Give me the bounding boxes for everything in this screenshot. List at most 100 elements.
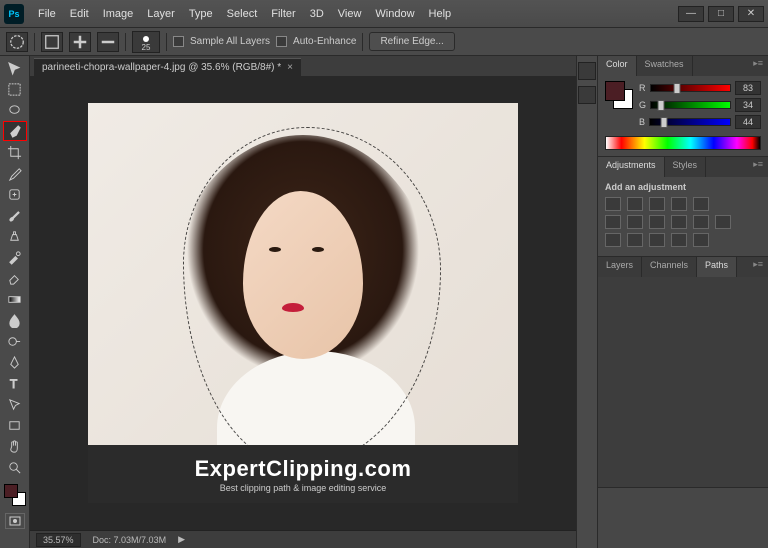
canvas-image — [88, 103, 518, 503]
document-tab-close-icon[interactable]: × — [287, 62, 293, 73]
adjustments-panel-menu-icon[interactable]: ▸≡ — [748, 157, 768, 177]
new-selection-icon[interactable] — [41, 32, 63, 52]
selective-color-adjustment-icon[interactable] — [693, 233, 709, 247]
healing-brush-tool[interactable] — [3, 184, 27, 204]
color-panel-swatches[interactable] — [605, 81, 633, 109]
maximize-button[interactable]: □ — [708, 6, 734, 22]
exposure-adjustment-icon[interactable] — [671, 197, 687, 211]
marquee-tool[interactable] — [3, 79, 27, 99]
tab-layers[interactable]: Layers — [598, 257, 642, 277]
menu-type[interactable]: Type — [183, 6, 219, 22]
tab-adjustments[interactable]: Adjustments — [598, 157, 665, 177]
menu-image[interactable]: Image — [97, 6, 140, 22]
tab-channels[interactable]: Channels — [642, 257, 697, 277]
auto-enhance-label: Auto-Enhance — [293, 36, 356, 47]
path-selection-tool[interactable] — [3, 394, 27, 414]
layers-panel: Layers Channels Paths ▸≡ — [598, 257, 768, 488]
levels-adjustment-icon[interactable] — [627, 197, 643, 211]
menu-select[interactable]: Select — [221, 6, 264, 22]
r-slider[interactable] — [650, 84, 732, 92]
lasso-tool[interactable] — [3, 100, 27, 120]
tab-styles[interactable]: Styles — [665, 157, 707, 177]
watermark: ExpertClipping.com Best clipping path & … — [88, 445, 518, 503]
blur-tool[interactable] — [3, 310, 27, 330]
b-label: B — [639, 117, 645, 127]
tab-color[interactable]: Color — [598, 56, 637, 76]
menu-edit[interactable]: Edit — [64, 6, 95, 22]
b-value[interactable]: 44 — [735, 115, 761, 129]
foreground-background-colors[interactable] — [4, 484, 26, 506]
document-tabs: parineeti-chopra-wallpaper-4.jpg @ 35.6%… — [30, 56, 576, 76]
menu-filter[interactable]: Filter — [265, 6, 301, 22]
g-value[interactable]: 34 — [735, 98, 761, 112]
bw-adjustment-icon[interactable] — [649, 215, 665, 229]
add-selection-icon[interactable] — [69, 32, 91, 52]
color-spectrum[interactable] — [605, 136, 761, 150]
g-label: G — [639, 100, 646, 110]
minimize-button[interactable]: — — [678, 6, 704, 22]
tab-paths[interactable]: Paths — [697, 257, 737, 277]
vibrance-adjustment-icon[interactable] — [693, 197, 709, 211]
brush-size-value: 25 — [142, 43, 151, 52]
menu-file[interactable]: File — [32, 6, 62, 22]
b-slider[interactable] — [649, 118, 731, 126]
properties-panel-icon[interactable] — [578, 86, 596, 104]
color-lookup-adjustment-icon[interactable] — [715, 215, 731, 229]
menu-3d[interactable]: 3D — [304, 6, 330, 22]
photo-filter-adjustment-icon[interactable] — [671, 215, 687, 229]
subtract-selection-icon[interactable] — [97, 32, 119, 52]
document-area: parineeti-chopra-wallpaper-4.jpg @ 35.6%… — [30, 56, 576, 548]
type-tool[interactable]: T — [3, 373, 27, 393]
pen-tool[interactable] — [3, 352, 27, 372]
gradient-map-adjustment-icon[interactable] — [671, 233, 687, 247]
history-brush-tool[interactable] — [3, 247, 27, 267]
hue-sat-adjustment-icon[interactable] — [605, 215, 621, 229]
brush-tool[interactable] — [3, 205, 27, 225]
color-balance-adjustment-icon[interactable] — [627, 215, 643, 229]
curves-adjustment-icon[interactable] — [649, 197, 665, 211]
menu-layer[interactable]: Layer — [141, 6, 181, 22]
document-tab-label: parineeti-chopra-wallpaper-4.jpg @ 35.6%… — [42, 62, 281, 73]
menu-view[interactable]: View — [332, 6, 368, 22]
zoom-tool[interactable] — [3, 457, 27, 477]
foreground-color-swatch[interactable] — [4, 484, 18, 498]
canvas-viewport[interactable]: ExpertClipping.com Best clipping path & … — [30, 76, 576, 530]
close-button[interactable]: ✕ — [738, 6, 764, 22]
brightness-adjustment-icon[interactable] — [605, 197, 621, 211]
clone-stamp-tool[interactable] — [3, 226, 27, 246]
paths-panel-body[interactable] — [598, 277, 768, 487]
zoom-level-field[interactable]: 35.57% — [36, 533, 81, 547]
channel-mixer-adjustment-icon[interactable] — [693, 215, 709, 229]
brush-size-picker[interactable]: 25 — [132, 31, 160, 53]
r-value[interactable]: 83 — [735, 81, 761, 95]
status-arrow-icon[interactable]: ▶ — [178, 534, 185, 545]
invert-adjustment-icon[interactable] — [605, 233, 621, 247]
tab-swatches[interactable]: Swatches — [637, 56, 693, 76]
quick-mask-toggle[interactable] — [5, 513, 25, 529]
g-slider[interactable] — [650, 101, 731, 109]
sample-all-layers-checkbox[interactable] — [173, 36, 184, 47]
refine-edge-button[interactable]: Refine Edge... — [369, 32, 454, 51]
right-panels: Color Swatches ▸≡ R 83 G — [598, 56, 768, 548]
dodge-tool[interactable] — [3, 331, 27, 351]
collapsed-panel-strip — [576, 56, 598, 548]
document-tab[interactable]: parineeti-chopra-wallpaper-4.jpg @ 35.6%… — [34, 58, 301, 76]
color-panel-menu-icon[interactable]: ▸≡ — [748, 56, 768, 76]
auto-enhance-checkbox[interactable] — [276, 36, 287, 47]
crop-tool[interactable] — [3, 142, 27, 162]
move-tool[interactable] — [3, 58, 27, 78]
eyedropper-tool[interactable] — [3, 163, 27, 183]
eraser-tool[interactable] — [3, 268, 27, 288]
menu-help[interactable]: Help — [423, 6, 458, 22]
threshold-adjustment-icon[interactable] — [649, 233, 665, 247]
canvas[interactable]: ExpertClipping.com Best clipping path & … — [88, 103, 518, 503]
hand-tool[interactable] — [3, 436, 27, 456]
menu-window[interactable]: Window — [369, 6, 420, 22]
history-panel-icon[interactable] — [578, 62, 596, 80]
rectangle-tool[interactable] — [3, 415, 27, 435]
posterize-adjustment-icon[interactable] — [627, 233, 643, 247]
layers-panel-menu-icon[interactable]: ▸≡ — [748, 257, 768, 277]
quick-select-tool-icon[interactable] — [6, 32, 28, 52]
gradient-tool[interactable] — [3, 289, 27, 309]
quick-selection-tool[interactable] — [3, 121, 27, 141]
